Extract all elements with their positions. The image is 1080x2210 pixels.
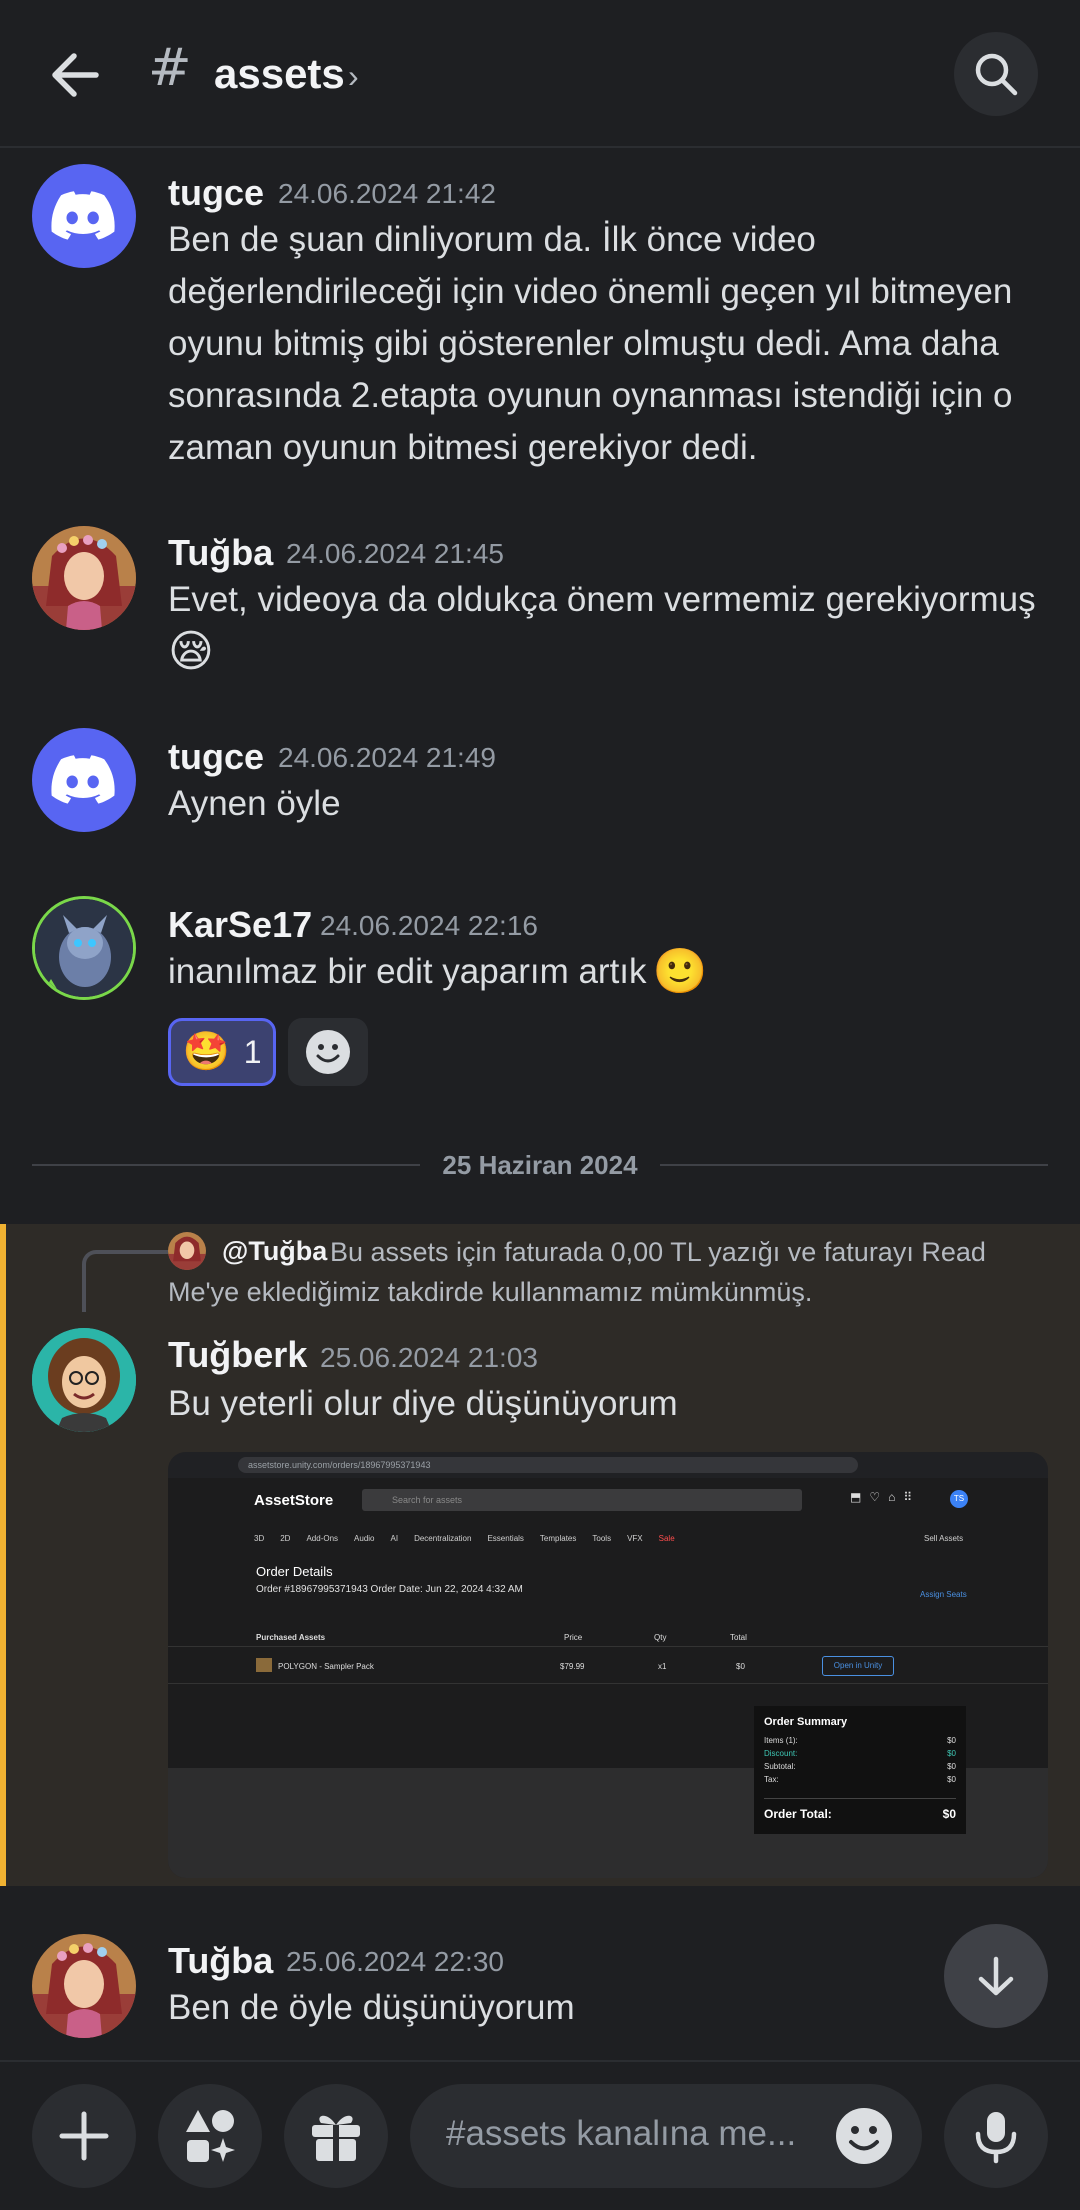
shot-avatar: TS [950, 1490, 968, 1508]
author-name[interactable]: KarSe17 [168, 904, 312, 946]
search-button[interactable] [954, 32, 1038, 116]
chevron-right-icon[interactable]: › [348, 58, 359, 95]
shot-item-thumbnail [256, 1658, 272, 1672]
message-text: Bu yeterli olur diye düşünüyorum [168, 1378, 1058, 1430]
channel-header: # assets › [0, 0, 1080, 148]
timestamp: 25.06.2024 22:30 [286, 1946, 504, 1977]
hash-icon: # [148, 38, 192, 98]
channel-title[interactable]: assets [214, 50, 345, 98]
arrow-down-icon [978, 1956, 1014, 1996]
avatar[interactable] [32, 896, 136, 1000]
avatar[interactable] [32, 728, 136, 832]
message-line: zaman oyunun bitmesi gerekiyor dedi. [168, 428, 758, 467]
image-attachment[interactable]: assetstore.unity.com/orders/189679953719… [168, 1452, 1048, 1878]
shot-search: Search for assets [362, 1489, 802, 1511]
message-line: Aynen öyle [168, 784, 341, 823]
gift-button[interactable] [284, 2084, 388, 2188]
add-reaction-button[interactable] [288, 1018, 368, 1086]
message-text: Aynen öyle [168, 778, 1058, 830]
author-name[interactable]: tugce [168, 736, 264, 778]
avatar-illustration [32, 526, 136, 630]
date-divider: 25 Haziran 2024 [32, 1150, 1048, 1180]
timestamp: 24.06.2024 21:45 [286, 538, 504, 569]
author-name[interactable]: Tuğberk [168, 1334, 307, 1376]
assetstore-logo: AssetStore [254, 1492, 334, 1509]
avatar[interactable] [32, 164, 136, 268]
message-line: sonrasında 2.etapta oyunun oynanması ist… [168, 376, 1013, 415]
avatar[interactable] [32, 1328, 136, 1432]
message-line: değerlendirileceği için video önemli geç… [168, 272, 1013, 311]
star-struck-emoji: 🤩 [182, 1031, 230, 1073]
timestamp: 24.06.2024 21:42 [278, 178, 496, 209]
shot-item-name: POLYGON - Sampler Pack [278, 1662, 374, 1671]
message-line: Evet, videoya da oldukça önem vermemiz g… [168, 580, 1036, 619]
jump-to-present-button[interactable] [944, 1924, 1048, 2028]
message-line: inanılmaz bir edit yaparım artık [168, 952, 647, 991]
message-input[interactable]: #assets kanalına me... [410, 2084, 922, 2188]
avatar-illustration [32, 1328, 136, 1432]
search-icon [975, 53, 1018, 96]
add-emoji-icon [306, 1030, 350, 1074]
shot-col-header: Qty [654, 1633, 667, 1642]
message-input-placeholder: #assets kanalına me... [446, 2114, 797, 2153]
author-name[interactable]: tugce [168, 172, 264, 214]
avatar-illustration [35, 899, 133, 997]
browser-bar: assetstore.unity.com/orders/189679953719… [168, 1452, 1048, 1478]
shot-assign-seats: Assign Seats [920, 1590, 967, 1599]
message-text: inanılmaz bir edit yaparım artık 🙂 [168, 946, 1058, 998]
message-text: Ben de şuan dinliyorum da. İlk önce vide… [168, 214, 1058, 474]
shot-col-header: Purchased Assets [256, 1633, 326, 1642]
microphone-icon [975, 2112, 1017, 2164]
shot-menu: 3D 2D Add-Ons Audio AI Decentralization Essent… [254, 1534, 675, 1543]
message-line: Ben de şuan dinliyorum da. İlk önce vide… [168, 220, 816, 259]
browser-url: assetstore.unity.com/orders/189679953719… [238, 1457, 858, 1473]
add-attachment-button[interactable] [32, 2084, 136, 2188]
author-name[interactable]: Tuğba [168, 1940, 273, 1982]
shot-col-header: Total [730, 1633, 747, 1642]
timestamp: 24.06.2024 21:49 [278, 742, 496, 773]
shot-order-line: Order #18967995371943 Order Date: Jun 22… [256, 1584, 523, 1595]
shot-order-summary: Order Summary Items (1): $0 Discount: $0 S… [754, 1706, 966, 1834]
shot-order-title: Order Details [256, 1564, 333, 1579]
reply-author[interactable]: @Tuğba [222, 1236, 327, 1267]
timestamp: 24.06.2024 22:16 [320, 910, 538, 941]
emoji-picker-button[interactable] [834, 2106, 894, 2166]
message-line: Bu yeterli olur diye düşünüyorum [168, 1384, 678, 1423]
slightly-smiling-emoji: 🙂 [652, 947, 708, 996]
back-button[interactable] [40, 40, 110, 110]
divider-date: 25 Haziran 2024 [442, 1150, 638, 1180]
gift-icon [312, 2115, 360, 2161]
plus-icon [59, 2111, 109, 2161]
avatar[interactable] [32, 1934, 136, 2038]
reaction-count: 1 [243, 1033, 262, 1070]
voice-message-button[interactable] [944, 2084, 1048, 2188]
apps-icon [186, 2110, 235, 2162]
shot-col-header: Price [564, 1633, 583, 1642]
shot-item-price: $79.99 [560, 1662, 585, 1671]
shot-item-total: $0 [736, 1662, 745, 1671]
emoji-icon [836, 2108, 892, 2164]
shot-toolbar-icons: ⬒♡⌂⠿ [850, 1490, 921, 1504]
reaction-star-struck[interactable]: 🤩 1 [168, 1018, 276, 1086]
shot-item-qty: x1 [658, 1662, 667, 1671]
avatar-illustration [32, 1934, 136, 2038]
message-text: Evet, videoya da oldukça önem vermemiz g… [168, 574, 1068, 678]
discord-logo-icon [51, 755, 115, 804]
message-line: oyunu bitmiş gibi gösterenler olmuştu de… [168, 324, 999, 363]
apps-button[interactable] [158, 2084, 262, 2188]
author-name[interactable]: Tuğba [168, 532, 273, 574]
reply-connector [82, 1250, 168, 1312]
message-text: Ben de öyle düşünüyorum [168, 1982, 1058, 2034]
discord-logo-icon [51, 191, 115, 240]
arrow-left-icon [52, 53, 99, 97]
shot-open-in-unity: Open in Unity [822, 1656, 894, 1676]
message-line: Ben de öyle düşünüyorum [168, 1988, 575, 2027]
avatar[interactable] [32, 526, 136, 630]
timestamp: 25.06.2024 21:03 [320, 1342, 538, 1373]
shot-sell-assets: Sell Assets [924, 1534, 964, 1543]
sad-face-emoji: 😪 [168, 627, 214, 676]
